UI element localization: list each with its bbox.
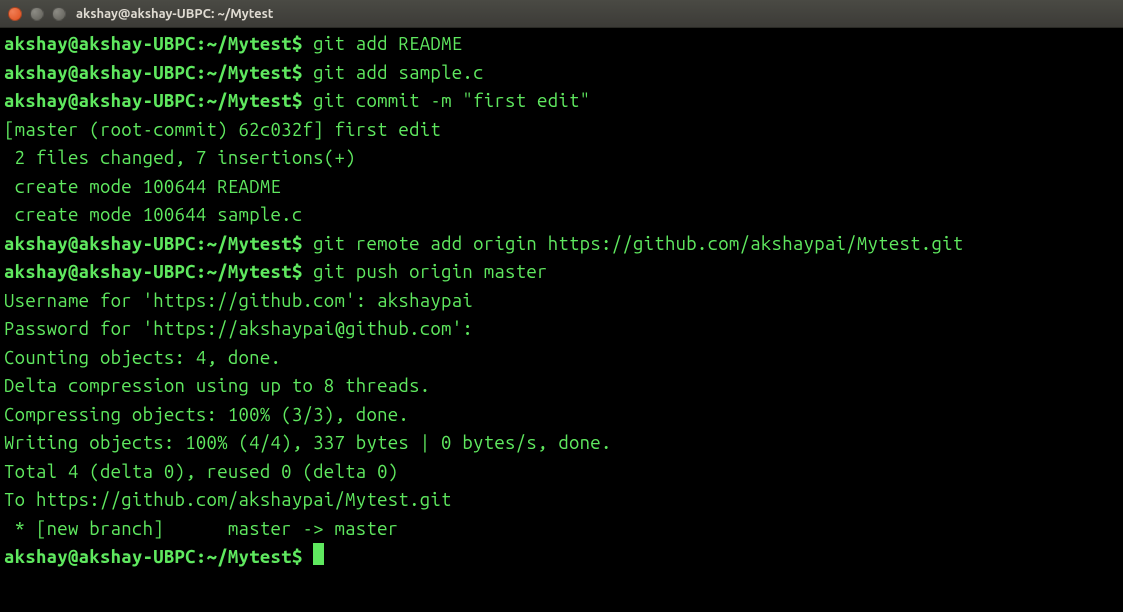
output-text: * [new branch] master -> master: [4, 519, 398, 539]
command-text: git add README: [313, 34, 462, 54]
prompt-path: ~/Mytest: [207, 91, 292, 111]
titlebar: akshay@akshay-UBPC: ~/Mytest: [0, 0, 1123, 28]
output-text: [master (root-commit) 62c032f] first edi…: [4, 120, 441, 140]
prompt-userhost: akshay@akshay-UBPC: [4, 262, 196, 282]
prompt-userhost: akshay@akshay-UBPC: [4, 63, 196, 83]
terminal-line: create mode 100644 sample.c: [4, 201, 1119, 230]
command-text: git push origin master: [313, 262, 548, 282]
output-text: Delta compression using up to 8 threads.: [4, 376, 430, 396]
output-text: To https://github.com/akshaypai/Mytest.g…: [4, 490, 452, 510]
output-text: Total 4 (delta 0), reused 0 (delta 0): [4, 462, 398, 482]
prompt-separator: :: [196, 234, 207, 254]
terminal-line: Writing objects: 100% (4/4), 337 bytes |…: [4, 429, 1119, 458]
prompt-separator: :: [196, 547, 207, 567]
prompt-userhost: akshay@akshay-UBPC: [4, 234, 196, 254]
output-text: create mode 100644 README: [4, 177, 281, 197]
window-title: akshay@akshay-UBPC: ~/Mytest: [76, 7, 273, 21]
prompt-symbol: $: [292, 91, 313, 111]
output-text: create mode 100644 sample.c: [4, 205, 303, 225]
terminal-line: Delta compression using up to 8 threads.: [4, 372, 1119, 401]
cursor-icon: [313, 543, 324, 565]
prompt-symbol: $: [292, 63, 313, 83]
terminal-line: [master (root-commit) 62c032f] first edi…: [4, 116, 1119, 145]
output-text: Counting objects: 4, done.: [4, 348, 281, 368]
prompt-separator: :: [196, 63, 207, 83]
prompt-separator: :: [196, 34, 207, 54]
output-text: Compressing objects: 100% (3/3), done.: [4, 405, 409, 425]
command-text: git remote add origin https://github.com…: [313, 234, 963, 254]
command-text: git commit -m "first edit": [313, 91, 590, 111]
terminal-line: 2 files changed, 7 insertions(+): [4, 144, 1119, 173]
terminal-line: akshay@akshay-UBPC:~/Mytest$: [4, 543, 1119, 572]
minimize-icon[interactable]: [30, 7, 44, 21]
terminal-line: Username for 'https://github.com': aksha…: [4, 287, 1119, 316]
output-text: Writing objects: 100% (4/4), 337 bytes |…: [4, 433, 612, 453]
prompt-userhost: akshay@akshay-UBPC: [4, 91, 196, 111]
prompt-separator: :: [196, 91, 207, 111]
terminal-window: akshay@akshay-UBPC: ~/Mytest akshay@aksh…: [0, 0, 1123, 612]
prompt-symbol: $: [292, 34, 313, 54]
prompt-userhost: akshay@akshay-UBPC: [4, 34, 196, 54]
maximize-icon[interactable]: [52, 7, 66, 21]
terminal-line: Compressing objects: 100% (3/3), done.: [4, 401, 1119, 430]
prompt-path: ~/Mytest: [207, 34, 292, 54]
terminal-line: create mode 100644 README: [4, 173, 1119, 202]
terminal-line: akshay@akshay-UBPC:~/Mytest$ git commit …: [4, 87, 1119, 116]
prompt-path: ~/Mytest: [207, 234, 292, 254]
prompt-path: ~/Mytest: [207, 262, 292, 282]
output-text: Password for 'https://akshaypai@github.c…: [4, 319, 484, 339]
terminal-line: akshay@akshay-UBPC:~/Mytest$ git remote …: [4, 230, 1119, 259]
terminal-line: akshay@akshay-UBPC:~/Mytest$ git add sam…: [4, 59, 1119, 88]
prompt-userhost: akshay@akshay-UBPC: [4, 547, 196, 567]
prompt-symbol: $: [292, 262, 313, 282]
prompt-symbol: $: [292, 547, 313, 567]
prompt-separator: :: [196, 262, 207, 282]
close-icon[interactable]: [8, 7, 22, 21]
output-text: Username for 'https://github.com': aksha…: [4, 291, 473, 311]
terminal-line: Counting objects: 4, done.: [4, 344, 1119, 373]
prompt-path: ~/Mytest: [207, 547, 292, 567]
terminal-body[interactable]: akshay@akshay-UBPC:~/Mytest$ git add REA…: [0, 28, 1123, 612]
terminal-line: akshay@akshay-UBPC:~/Mytest$ git push or…: [4, 258, 1119, 287]
prompt-path: ~/Mytest: [207, 63, 292, 83]
terminal-line: * [new branch] master -> master: [4, 515, 1119, 544]
command-text: git add sample.c: [313, 63, 484, 83]
terminal-line: akshay@akshay-UBPC:~/Mytest$ git add REA…: [4, 30, 1119, 59]
window-controls: [8, 7, 66, 21]
terminal-line: Total 4 (delta 0), reused 0 (delta 0): [4, 458, 1119, 487]
terminal-line: Password for 'https://akshaypai@github.c…: [4, 315, 1119, 344]
prompt-symbol: $: [292, 234, 313, 254]
terminal-line: To https://github.com/akshaypai/Mytest.g…: [4, 486, 1119, 515]
output-text: 2 files changed, 7 insertions(+): [4, 148, 356, 168]
